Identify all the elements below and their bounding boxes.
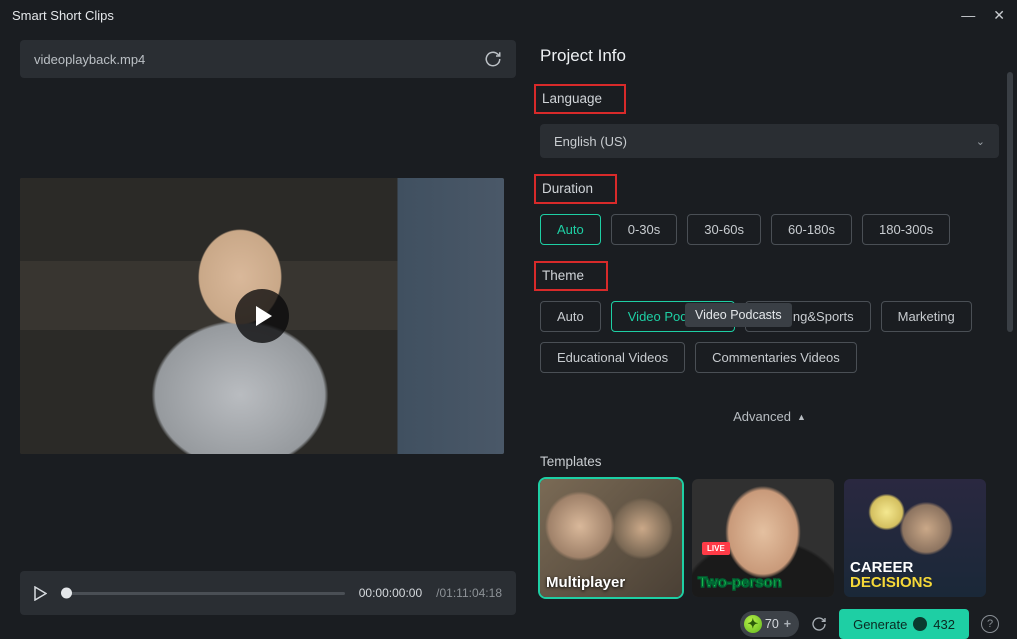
refresh-credits-icon[interactable]: [811, 616, 827, 632]
footer: ✦ 70 + Generate 432 ?: [540, 597, 999, 639]
credits-badge[interactable]: ✦ 70 +: [740, 611, 799, 637]
video-preview[interactable]: [20, 178, 504, 454]
preview-panel: videoplayback.mp4 00:00:00:00 /01:11:04:…: [0, 30, 524, 625]
coin-icon: ✦: [744, 615, 762, 633]
duration-pill-0-30[interactable]: 0-30s: [611, 214, 678, 245]
refresh-icon[interactable]: [484, 50, 502, 68]
advanced-toggle[interactable]: Advanced▲: [540, 409, 999, 424]
help-icon[interactable]: ?: [981, 615, 999, 633]
duration-options: Auto 0-30s 30-60s 60-180s 180-300s: [540, 214, 999, 245]
window-title: Smart Short Clips: [12, 8, 114, 23]
close-icon[interactable]: ✕: [993, 7, 1005, 24]
caret-up-icon: ▲: [797, 412, 806, 422]
project-info-panel: Project Info Language English (US) ⌄ Dur…: [524, 30, 1017, 625]
theme-label: Theme: [542, 267, 584, 285]
template-title: Two-person: [698, 575, 828, 591]
play-icon[interactable]: [34, 586, 47, 601]
live-badge: LIVE: [702, 542, 730, 555]
duration-pill-180-300[interactable]: 180-300s: [862, 214, 950, 245]
titlebar: Smart Short Clips — ✕: [0, 0, 1017, 30]
template-title: Multiplayer: [546, 575, 676, 591]
theme-pill-educational[interactable]: Educational Videos: [540, 342, 685, 373]
theme-pill-commentaries[interactable]: Commentaries Videos: [695, 342, 857, 373]
theme-pill-auto[interactable]: Auto: [540, 301, 601, 332]
file-name: videoplayback.mp4: [34, 52, 145, 67]
seek-thumb[interactable]: [61, 588, 72, 599]
file-bar: videoplayback.mp4: [20, 40, 516, 78]
duration-pill-30-60[interactable]: 30-60s: [687, 214, 761, 245]
language-label: Language: [542, 90, 602, 108]
current-time: 00:00:00:00: [359, 586, 422, 600]
duration-section: Duration Auto 0-30s 30-60s 60-180s 180-3…: [540, 174, 999, 245]
theme-tooltip: Video Podcasts: [685, 303, 792, 327]
language-section: Language English (US) ⌄: [540, 84, 999, 158]
duration-pill-60-180[interactable]: 60-180s: [771, 214, 852, 245]
theme-pill-marketing[interactable]: Marketing: [881, 301, 972, 332]
play-button[interactable]: [235, 289, 289, 343]
window-controls: — ✕: [961, 7, 1005, 24]
generate-button[interactable]: Generate 432: [839, 609, 969, 639]
duration-label: Duration: [542, 180, 593, 198]
seek-bar[interactable]: [61, 592, 345, 595]
template-two-person[interactable]: LIVE Two-person: [692, 479, 834, 597]
cost-coin-icon: [913, 617, 927, 631]
scrollbar[interactable]: [1007, 72, 1013, 332]
total-duration: /01:11:04:18: [436, 586, 502, 600]
credits-value: 70: [765, 617, 779, 631]
language-select[interactable]: English (US) ⌄: [540, 124, 999, 158]
templates-label: Templates: [540, 454, 999, 469]
templates-row: Multiplayer LIVE Two-person CAREER DECIS…: [540, 479, 999, 597]
minimize-icon[interactable]: —: [961, 7, 975, 24]
playback-controls: 00:00:00:00 /01:11:04:18: [20, 571, 516, 615]
generate-cost: 432: [933, 617, 955, 632]
chevron-down-icon: ⌄: [976, 135, 985, 148]
template-multiplayer[interactable]: Multiplayer: [540, 479, 682, 597]
template-title: CAREER DECISIONS: [850, 560, 980, 592]
duration-pill-auto[interactable]: Auto: [540, 214, 601, 245]
panel-header: Project Info: [540, 46, 999, 66]
language-value: English (US): [554, 134, 627, 149]
template-career[interactable]: CAREER DECISIONS: [844, 479, 986, 597]
plus-icon: +: [784, 617, 791, 631]
